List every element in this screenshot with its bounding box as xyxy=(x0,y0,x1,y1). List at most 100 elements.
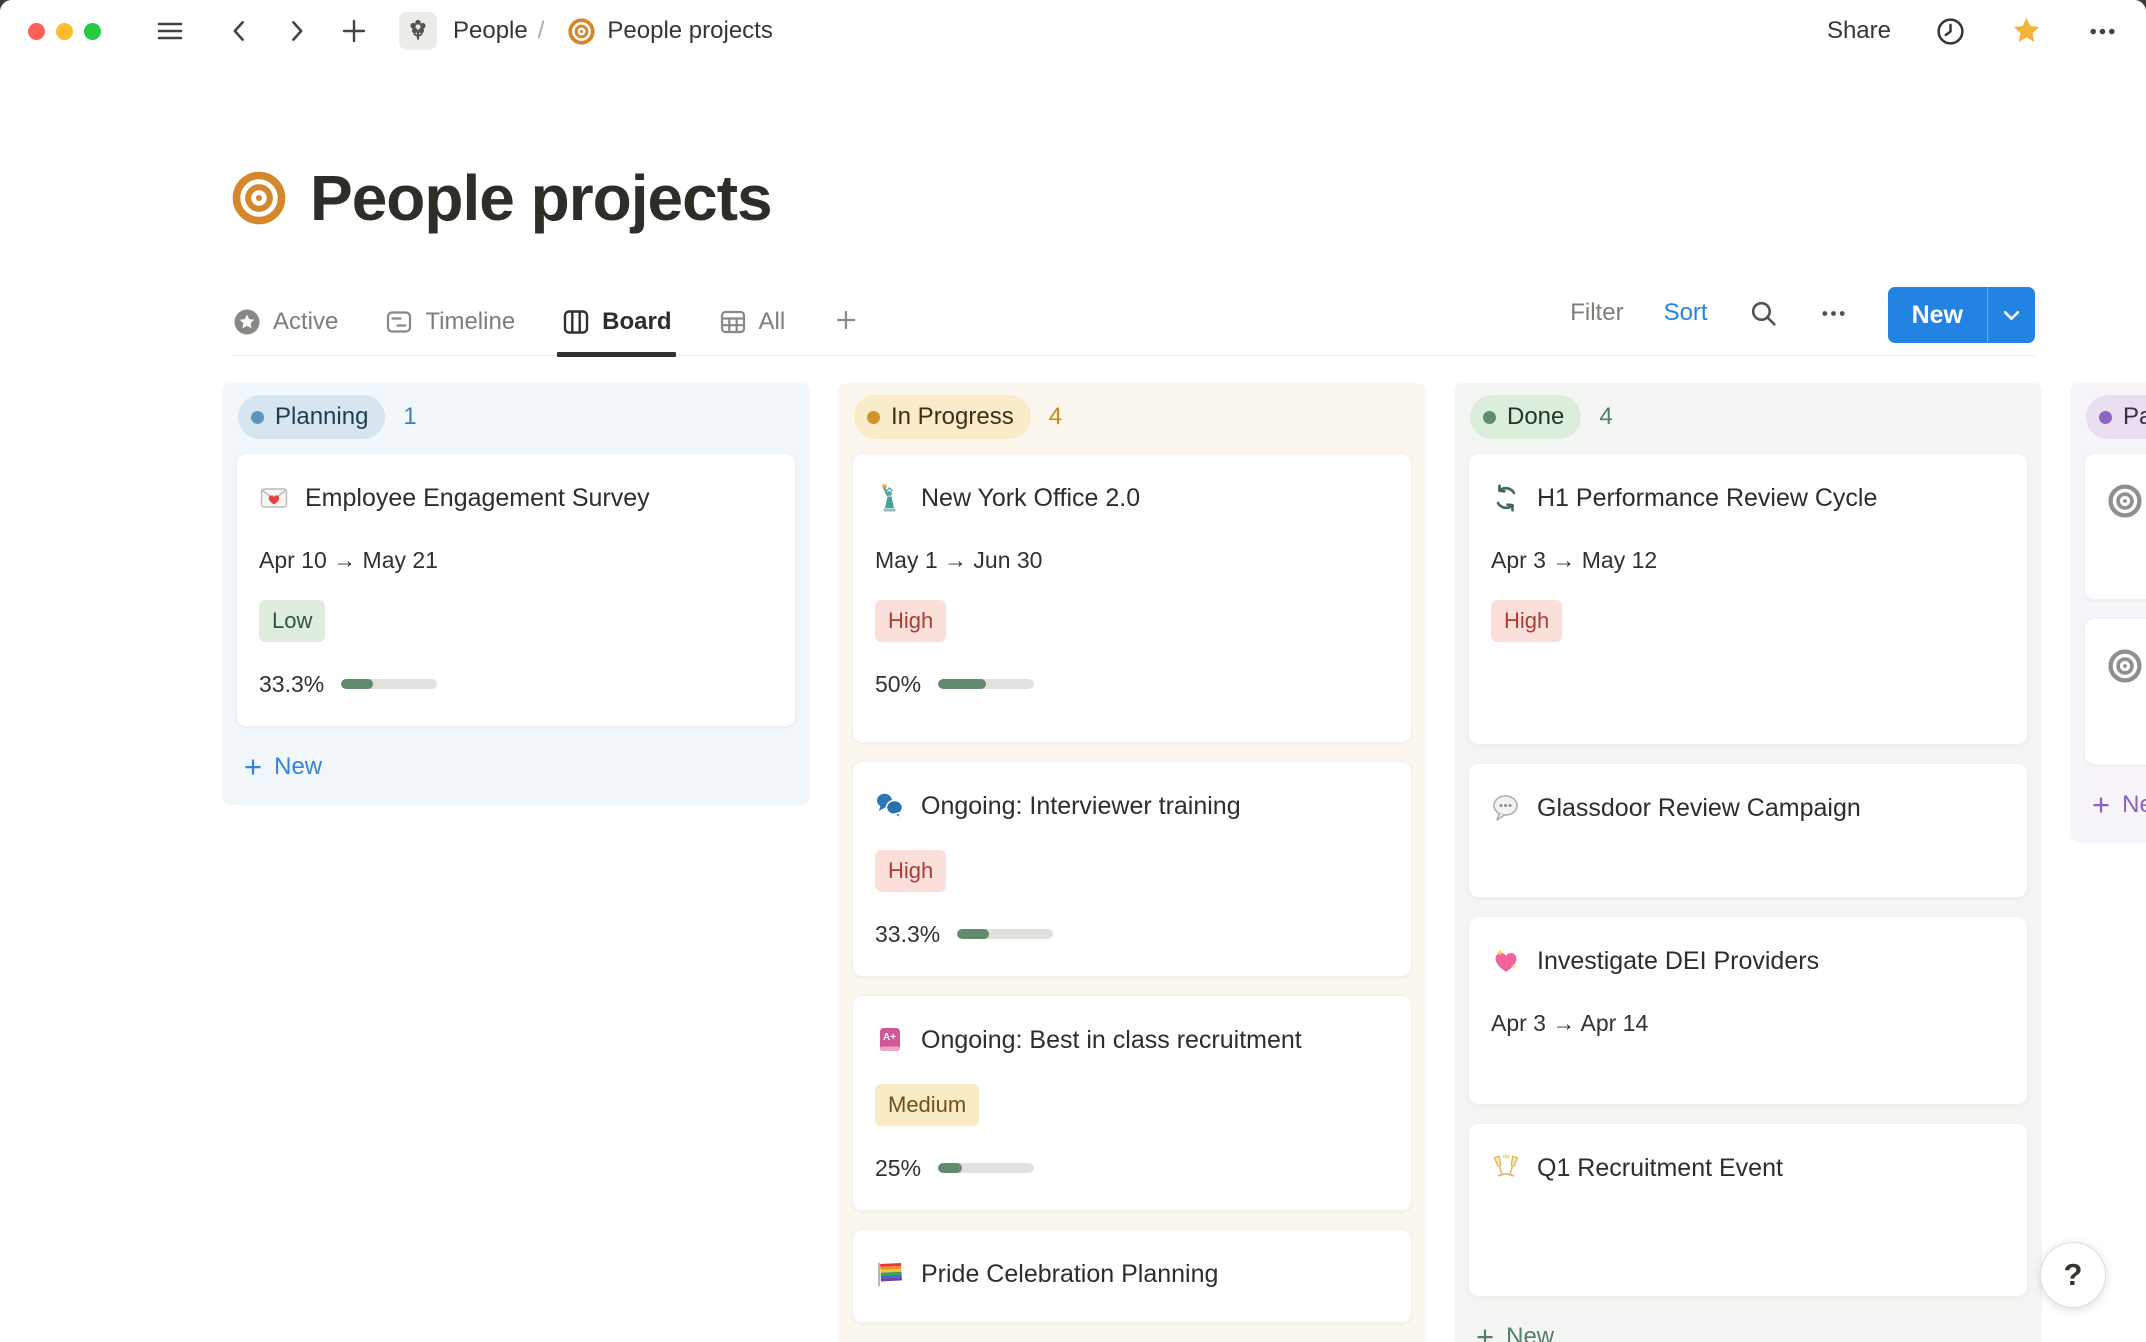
search-icon[interactable] xyxy=(1748,298,1779,329)
add-view-button[interactable] xyxy=(831,305,861,355)
tab-all[interactable]: All xyxy=(718,307,786,355)
priority-tag: Low xyxy=(259,600,326,642)
teamspace-chip[interactable] xyxy=(399,12,437,50)
column-title: Done xyxy=(1507,403,1565,430)
priority-tag: Medium xyxy=(875,1084,980,1126)
help-button[interactable]: ? xyxy=(2040,1242,2106,1308)
share-button[interactable]: Share xyxy=(1827,17,1891,45)
column-count: 4 xyxy=(1599,403,1613,430)
close-window-button[interactable] xyxy=(28,22,45,40)
progress-bar xyxy=(957,929,1054,939)
breadcrumb-separator: / xyxy=(537,17,545,44)
card-paused-untitled-1[interactable] xyxy=(2084,453,2146,600)
forward-chevron-icon[interactable] xyxy=(283,16,309,46)
favorite-star-icon[interactable] xyxy=(2010,15,2043,48)
new-button[interactable]: New xyxy=(1888,287,1987,343)
cycle-arrows-icon xyxy=(1491,483,1521,513)
add-card-button[interactable]: + New xyxy=(1468,1315,2028,1342)
card-title: Investigate DEI Providers xyxy=(1537,947,1820,975)
plus-icon: + xyxy=(2092,786,2111,822)
tab-label: All xyxy=(758,308,786,335)
sparkling-heart-icon xyxy=(1491,946,1521,976)
add-card-label: New xyxy=(274,753,323,780)
board-column-in-progress: In Progress 4 New York Office 2.0 May 1 … xyxy=(838,383,1426,1342)
breadcrumb-page[interactable]: People projects xyxy=(607,17,772,45)
board-column-paused: Paused + xyxy=(2070,383,2146,843)
tab-timeline[interactable]: Timeline xyxy=(384,307,515,355)
tab-active[interactable]: Active xyxy=(232,307,338,355)
progress: 33.3% xyxy=(875,920,1389,947)
more-options-icon[interactable] xyxy=(2087,16,2118,47)
add-card-button[interactable]: + New xyxy=(236,745,796,789)
new-button-group: New xyxy=(1887,287,2035,343)
table-icon xyxy=(718,307,748,337)
card-q1-recruitment-event[interactable]: Q1 Recruitment Event xyxy=(1468,1123,2028,1297)
card-h1-performance-review-cycle[interactable]: H1 Performance Review Cycle Apr 3 → May … xyxy=(1468,453,2028,745)
board-column-planning: Planning 1 Employee Engagement Survey Ap… xyxy=(222,383,810,805)
card-pride-celebration-planning[interactable]: Pride Celebration Planning xyxy=(852,1229,1412,1323)
new-dropdown-chevron-icon[interactable] xyxy=(1988,287,2035,343)
view-options-icon[interactable] xyxy=(1819,299,1848,328)
card-title: H1 Performance Review Cycle xyxy=(1537,484,1878,512)
card-interviewer-training[interactable]: Ongoing: Interviewer training High 33.3% xyxy=(852,761,1412,977)
progress-bar xyxy=(938,1163,1035,1173)
status-dot xyxy=(251,410,264,424)
tab-board[interactable]: Board xyxy=(557,307,676,357)
clinking-glasses-icon xyxy=(1491,1153,1521,1183)
back-chevron-icon[interactable] xyxy=(227,16,253,46)
card-new-york-office[interactable]: New York Office 2.0 May 1 → Jun 30 High … xyxy=(852,453,1412,743)
card-title: Glassdoor Review Campaign xyxy=(1537,794,1861,822)
card-title: Q1 Recruitment Event xyxy=(1537,1154,1783,1182)
progress: 50% xyxy=(875,671,1389,697)
column-header: Paused xyxy=(2084,395,2146,439)
zoom-window-button[interactable] xyxy=(84,22,101,40)
speech-balloon-icon xyxy=(1491,793,1521,823)
card-paused-untitled-2[interactable] xyxy=(2084,618,2146,765)
page-target-icon[interactable] xyxy=(232,171,286,225)
breadcrumb-root[interactable]: People xyxy=(453,17,528,45)
page-header: People projects xyxy=(232,150,773,246)
flower-icon xyxy=(405,16,431,47)
column-count: 1 xyxy=(403,403,417,430)
traffic-lights xyxy=(28,22,101,40)
page-title[interactable]: People projects xyxy=(310,161,773,235)
progress: 33.3% xyxy=(259,670,773,697)
progress-label: 33.3% xyxy=(875,920,941,947)
card-glassdoor-review-campaign[interactable]: Glassdoor Review Campaign xyxy=(1468,763,2028,898)
kanban-board: Planning 1 Employee Engagement Survey Ap… xyxy=(222,383,2146,1342)
star-circle-icon xyxy=(232,307,262,337)
window-topbar: People / People projects Share xyxy=(0,0,2146,62)
progress-label: 25% xyxy=(875,1154,922,1181)
filter-button[interactable]: Filter xyxy=(1570,299,1623,327)
status-pill-planning[interactable]: Planning xyxy=(238,395,386,439)
card-title: Pride Celebration Planning xyxy=(921,1260,1219,1288)
card-title: Employee Engagement Survey xyxy=(305,484,650,512)
love-letter-icon xyxy=(259,483,289,513)
status-pill-paused[interactable]: Paused xyxy=(2086,395,2146,439)
plus-icon: + xyxy=(1476,1318,1495,1342)
progress-label: 33.3% xyxy=(259,670,325,697)
target-placeholder-icon xyxy=(2107,648,2143,684)
view-tabs: Active Timeline Board All xyxy=(232,305,861,357)
status-pill-in-progress[interactable]: In Progress xyxy=(854,395,1031,439)
priority-tag: High xyxy=(1491,600,1563,642)
view-tabbar: Active Timeline Board All Filter Sort Ne… xyxy=(232,266,2035,357)
new-page-plus-icon[interactable] xyxy=(339,16,369,46)
pride-flag-icon xyxy=(875,1259,905,1289)
sidebar-menu-icon[interactable] xyxy=(155,16,185,46)
column-header: Done 4 xyxy=(1468,395,2028,439)
status-pill-done[interactable]: Done xyxy=(1470,395,1582,439)
column-header: Planning 1 xyxy=(236,395,796,439)
plus-icon xyxy=(831,305,861,335)
timeline-icon xyxy=(384,307,414,337)
sort-button[interactable]: Sort xyxy=(1664,299,1708,327)
card-employee-engagement-survey[interactable]: Employee Engagement Survey Apr 10 → May … xyxy=(236,453,796,727)
clock-history-icon[interactable] xyxy=(1935,16,1966,47)
priority-tag: High xyxy=(875,850,947,892)
minimize-window-button[interactable] xyxy=(56,22,73,40)
target-placeholder-icon xyxy=(2107,483,2143,519)
card-investigate-dei-providers[interactable]: Investigate DEI Providers Apr 3 → Apr 14 xyxy=(1468,916,2028,1105)
card-best-in-class-recruitment[interactable]: A+ Ongoing: Best in class recruitment Me… xyxy=(852,995,1412,1211)
add-card-button[interactable]: + New xyxy=(2084,783,2146,827)
card-title: Ongoing: Interviewer training xyxy=(921,792,1241,820)
